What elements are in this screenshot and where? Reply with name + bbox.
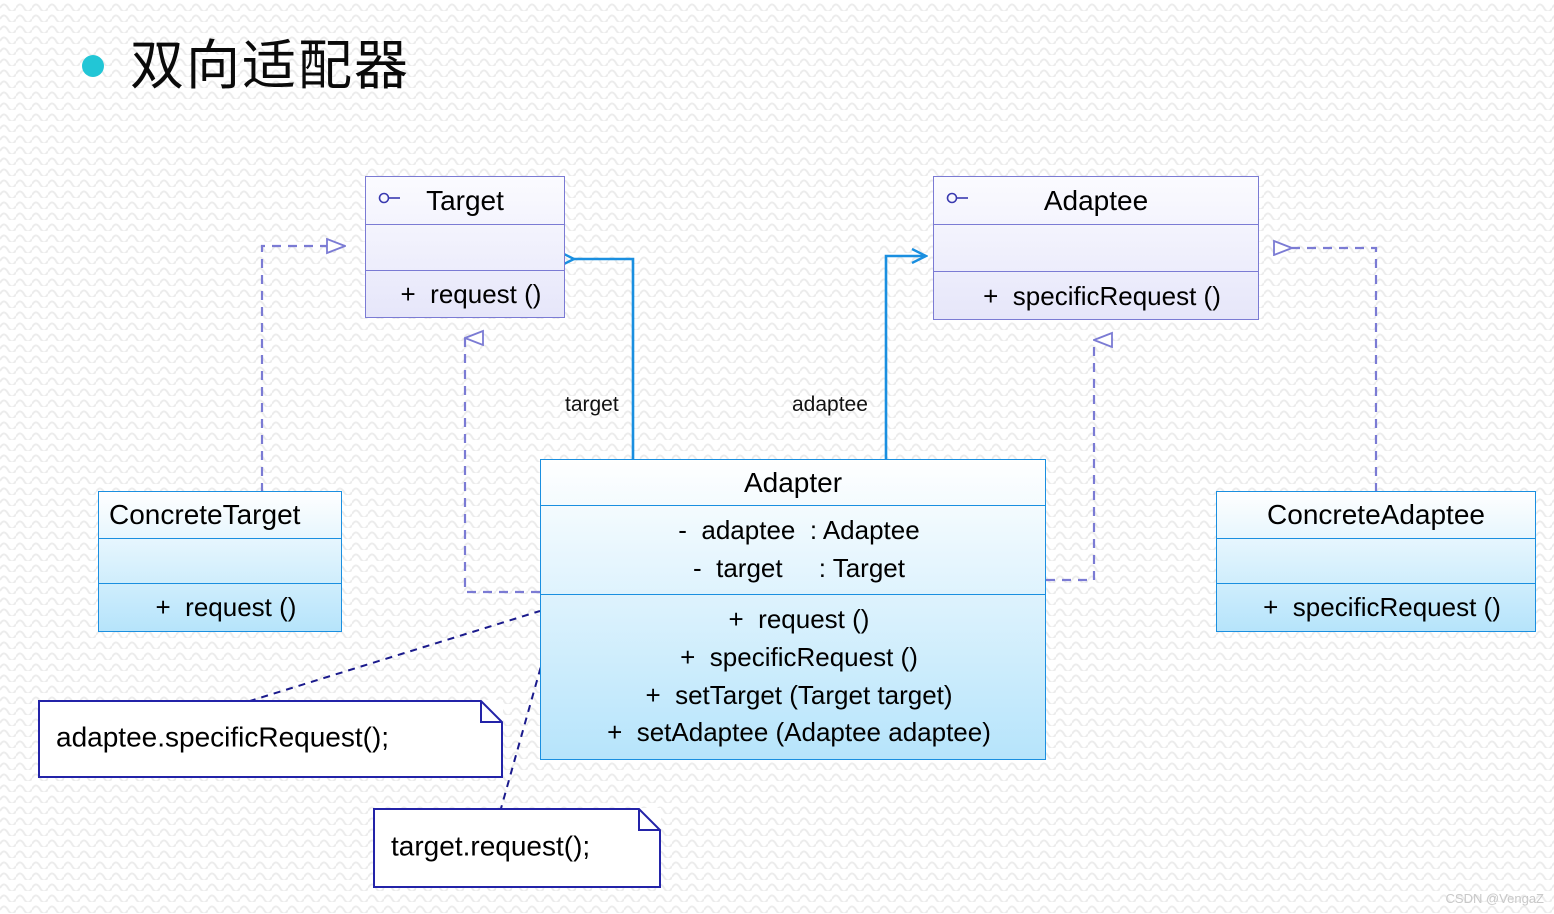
uml-class-target[interactable]: Target + request () — [365, 176, 565, 318]
interface-lollipop-icon — [378, 192, 400, 204]
edge-label-adaptee-role: adaptee — [792, 393, 868, 416]
edge-association-adapter-target — [574, 259, 635, 460]
target-operation-row: + request () — [400, 279, 542, 310]
edge-association-adapter-adaptee — [884, 256, 926, 460]
edge-realization-concretetarget-target — [260, 246, 345, 492]
note-link-target-request — [499, 651, 546, 813]
slide-title: 双向适配器 — [82, 34, 410, 97]
uml-class-concretetarget[interactable]: ConcreteTarget + request () — [98, 491, 342, 632]
note-adaptee-specificrequest[interactable]: adaptee.specificRequest(); — [38, 700, 503, 778]
adaptee-class-name: Adaptee — [1043, 184, 1149, 216]
concretetarget-operation-row: + request () — [155, 591, 297, 622]
adapter-operations-compartment: + request () + specificRequest () + setT… — [541, 595, 1045, 758]
adaptee-name-compartment: Adaptee — [934, 177, 1258, 225]
concreteadaptee-attributes-compartment — [1217, 539, 1535, 584]
concreteadaptee-class-name: ConcreteAdaptee — [1267, 499, 1485, 530]
uml-class-adapter[interactable]: Adapter - adaptee : Adaptee - target : T… — [540, 459, 1046, 760]
concretetarget-operations-compartment: + request () — [99, 584, 341, 631]
note-text: adaptee.specificRequest(); — [56, 721, 390, 753]
target-operations-compartment: + request () — [366, 271, 564, 319]
target-class-name: Target — [426, 184, 504, 216]
adaptee-operations-compartment: + specificRequest () — [934, 272, 1258, 321]
uml-class-adaptee[interactable]: Adaptee + specificRequest () — [933, 176, 1259, 320]
target-name-compartment: Target — [366, 177, 564, 225]
adapter-operation-row: + request () — [728, 604, 870, 635]
watermark: CSDN @VengaZ — [1445, 891, 1544, 906]
concreteadaptee-operations-compartment: + specificRequest () — [1217, 584, 1535, 631]
adaptee-operation-row: + specificRequest () — [983, 280, 1221, 311]
concreteadaptee-operation-row: + specificRequest () — [1263, 591, 1501, 622]
note-text: target.request(); — [391, 830, 591, 862]
slide-title-text: 双向适配器 — [130, 34, 410, 97]
adapter-attributes-compartment: - adaptee : Adaptee - target : Target — [541, 506, 1045, 595]
adapter-attribute-row: - target : Target — [693, 553, 905, 583]
adapter-class-name: Adapter — [743, 466, 843, 498]
bullet-icon — [82, 55, 104, 78]
edge-realization-adapter-adaptee — [1046, 340, 1094, 582]
edge-realization-adapter-target — [463, 338, 540, 594]
adapter-operation-row: + setTarget (Target target) — [645, 679, 953, 710]
edge-label-target-role: target — [565, 393, 619, 416]
adaptee-attributes-compartment — [934, 225, 1258, 272]
concretetarget-class-name: ConcreteTarget — [109, 499, 301, 530]
adapter-operation-row: + specificRequest () — [680, 641, 918, 672]
adapter-name-compartment: Adapter — [541, 460, 1045, 506]
concretetarget-attributes-compartment — [99, 539, 341, 584]
concretetarget-name-compartment: ConcreteTarget — [99, 492, 341, 539]
adapter-attribute-row: - adaptee : Adaptee — [678, 515, 920, 546]
target-attributes-compartment — [366, 225, 564, 271]
adapter-operation-row: + setAdaptee (Adaptee adaptee) — [607, 717, 991, 748]
edge-realization-concreteadaptee-adaptee — [1292, 248, 1378, 492]
interface-lollipop-icon — [946, 192, 968, 204]
note-target-request[interactable]: target.request(); — [373, 808, 661, 888]
uml-class-concreteadaptee[interactable]: ConcreteAdaptee + specificRequest () — [1216, 491, 1536, 632]
concreteadaptee-name-compartment: ConcreteAdaptee — [1217, 492, 1535, 539]
